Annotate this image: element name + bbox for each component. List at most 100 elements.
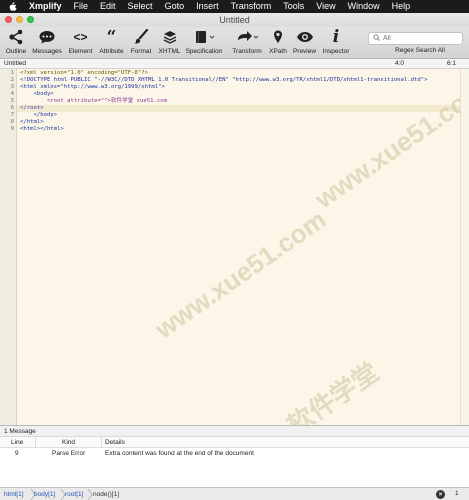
outline-icon <box>8 27 24 47</box>
watermark-text: www.xue51.com <box>149 204 332 345</box>
line-number: 7 <box>10 112 14 118</box>
search-icon <box>373 34 380 43</box>
title-bar: Untitled <box>0 13 469 27</box>
zoom-window-button[interactable] <box>27 16 34 23</box>
eye-icon <box>296 27 314 47</box>
document-header: Untitled 4:0 6:1 <box>0 59 469 69</box>
search-label: Regex Search All <box>395 47 445 54</box>
close-window-button[interactable] <box>5 16 12 23</box>
attribute-label: Attribute <box>99 48 124 55</box>
menu-bar: Xmplify File Edit Select Goto Insert Tra… <box>0 0 469 13</box>
menu-xmplify[interactable]: Xmplify <box>29 0 62 13</box>
toolbar: Outline Messages <> Element “ Attribute … <box>0 27 469 59</box>
outline-label: Outline <box>5 48 27 55</box>
watermark-text: www.xue51.com <box>309 74 469 215</box>
error-count: 1 <box>455 490 459 497</box>
attribute-icon: “ <box>106 27 117 47</box>
document-name: Untitled <box>4 60 27 67</box>
message-details: Extra content was found at the end of th… <box>105 450 254 457</box>
menu-edit[interactable]: Edit <box>100 0 116 13</box>
preview-label: Preview <box>292 48 317 55</box>
code-line: <html xmlns="http://www.w3.org/1999/xhtm… <box>20 84 165 90</box>
messages-panel: 1 Message Line Kind Details 9 Parse Erro… <box>0 425 469 487</box>
preview-button[interactable]: Preview <box>291 27 318 59</box>
search-box[interactable] <box>368 32 463 45</box>
breadcrumb-node[interactable]: node()[1] <box>90 490 119 499</box>
error-icon[interactable]: × <box>436 490 445 499</box>
xhtml-button[interactable]: XHTML <box>156 27 183 59</box>
menu-file[interactable]: File <box>74 0 89 13</box>
code-line: <body> <box>20 91 54 97</box>
vertical-scrollbar[interactable] <box>460 69 469 425</box>
message-line: 9 <box>15 450 19 457</box>
element-button[interactable]: <> Element <box>67 27 94 59</box>
line-gutter: 1 2 3 4 5 6 7 8 9 <box>0 69 17 425</box>
code-line: <root attribute="">软件学堂 xue51.com <box>20 98 167 104</box>
outline-button[interactable]: Outline <box>4 27 28 59</box>
specification-button[interactable]: Specification <box>184 27 224 59</box>
code-line-current: </root> <box>17 105 460 112</box>
transform-button[interactable]: Transform <box>230 27 264 59</box>
element-label: Element <box>68 48 93 55</box>
messages-button[interactable]: Messages <box>31 27 63 59</box>
inspector-label: Inspector <box>322 48 350 55</box>
info-icon: i <box>332 27 340 47</box>
xhtml-label: XHTML <box>158 48 181 55</box>
search-input[interactable] <box>383 35 453 42</box>
line-number: 3 <box>10 84 14 90</box>
line-number: 5 <box>10 98 14 104</box>
code-line: <!DOCTYPE html PUBLIC "-//W3C//DTD XHTML… <box>20 77 428 83</box>
window-controls <box>5 16 34 23</box>
menu-view[interactable]: View <box>316 0 335 13</box>
window-title: Untitled <box>219 15 250 25</box>
column-line[interactable]: Line <box>11 439 23 446</box>
menu-transform[interactable]: Transform <box>231 0 272 13</box>
message-row[interactable]: 9 Parse Error Extra content was found at… <box>0 448 469 458</box>
xpath-label: XPath <box>269 48 287 55</box>
format-label: Format <box>130 48 152 55</box>
breadcrumb-body[interactable]: body[1] <box>31 490 55 499</box>
line-number: 9 <box>10 126 14 132</box>
menu-goto[interactable]: Goto <box>165 0 185 13</box>
inspector-button[interactable]: i Inspector <box>321 27 351 59</box>
code-line: <?xml version="1.0" encoding="UTF-8"?> <box>20 70 148 76</box>
brush-icon <box>133 27 149 47</box>
line-number: 4 <box>10 91 14 97</box>
minimize-window-button[interactable] <box>16 16 23 23</box>
column-details[interactable]: Details <box>105 439 125 446</box>
watermark: www.xue51.com www.xue51.com 软件学堂 <box>20 74 469 441</box>
messages-count: 1 Message <box>0 426 469 437</box>
element-icon: <> <box>73 30 88 44</box>
specification-label: Specification <box>185 48 223 55</box>
menu-select[interactable]: Select <box>128 0 153 13</box>
xpath-icon <box>270 27 286 47</box>
format-button[interactable]: Format <box>129 27 153 59</box>
xpath-button[interactable]: XPath <box>267 27 289 59</box>
breadcrumb-root[interactable]: root[1] <box>62 490 83 499</box>
message-kind: Parse Error <box>52 450 86 457</box>
messages-column-header: Line Kind Details <box>0 437 469 448</box>
apple-menu-icon[interactable] <box>9 2 19 11</box>
code-editor[interactable]: 1 2 3 4 5 6 7 8 9 <?xml version="1.0" en… <box>0 69 469 441</box>
breadcrumb-html[interactable]: html[1] <box>1 490 24 499</box>
xhtml-icon <box>162 27 178 47</box>
column-kind[interactable]: Kind <box>62 439 75 446</box>
code-line: </body> <box>20 112 58 118</box>
book-icon <box>193 27 215 47</box>
code-line: <html></html> <box>20 126 64 132</box>
status-bar: html[1] body[1] root[1] node()[1] × 1 <box>0 487 469 500</box>
code-line: </html> <box>20 119 44 125</box>
attribute-button[interactable]: “ Attribute <box>97 27 126 59</box>
menu-window[interactable]: Window <box>348 0 380 13</box>
menu-insert[interactable]: Insert <box>196 0 219 13</box>
transform-label: Transform <box>232 48 262 55</box>
line-number: 2 <box>10 77 14 83</box>
menu-help[interactable]: Help <box>392 0 411 13</box>
messages-label: Messages <box>32 48 62 55</box>
line-number: 1 <box>10 70 14 76</box>
menu-tools[interactable]: Tools <box>283 0 304 13</box>
messages-icon <box>38 27 56 47</box>
transform-icon <box>235 27 259 47</box>
line-number: 6 <box>10 105 14 111</box>
line-number: 8 <box>10 119 14 125</box>
